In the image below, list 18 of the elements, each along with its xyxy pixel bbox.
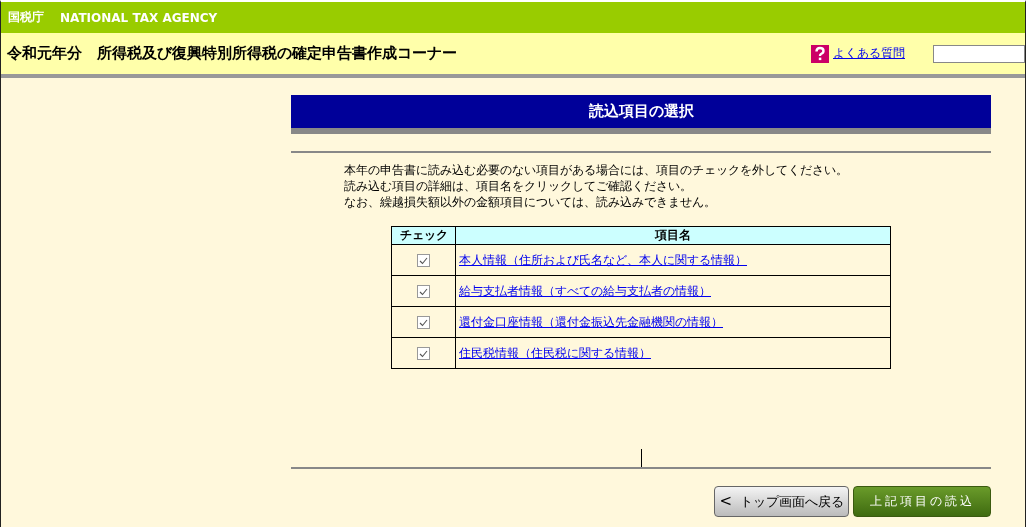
instruction-text: なお、繰越損失額以外の金額項目については、読み込みできません。 [344,194,716,210]
checkbox[interactable] [417,285,430,298]
faq-link[interactable]: よくある質問 [833,45,905,62]
checkbox[interactable] [417,316,430,329]
help-icon [811,44,829,63]
section-title: 読込項目の選択 [291,95,991,134]
agency-name-english: NATIONAL TAX AGENCY [60,10,218,25]
load-button[interactable]: 上記項目の読込 [853,486,991,517]
instruction-text: 読み込む項目の詳細は、項目名をクリックしてご確認ください。 [344,178,692,194]
search-field[interactable] [933,44,1025,63]
column-header: 項目名 [455,226,891,245]
instruction-text: 本年の申告書に読み込む必要のない項目がある場合には、項目のチェックを外してください。 [344,162,848,178]
page-title: 令和元年分 所得税及び復興特別所得税の確定申告書作成コーナー [7,44,458,63]
column-header: チェック [391,226,456,245]
checkbox[interactable] [417,254,430,267]
agency-name: 国税庁 [8,9,44,26]
back-button[interactable]: < トップ画面へ戻る [714,486,849,517]
checkbox[interactable] [417,347,430,360]
